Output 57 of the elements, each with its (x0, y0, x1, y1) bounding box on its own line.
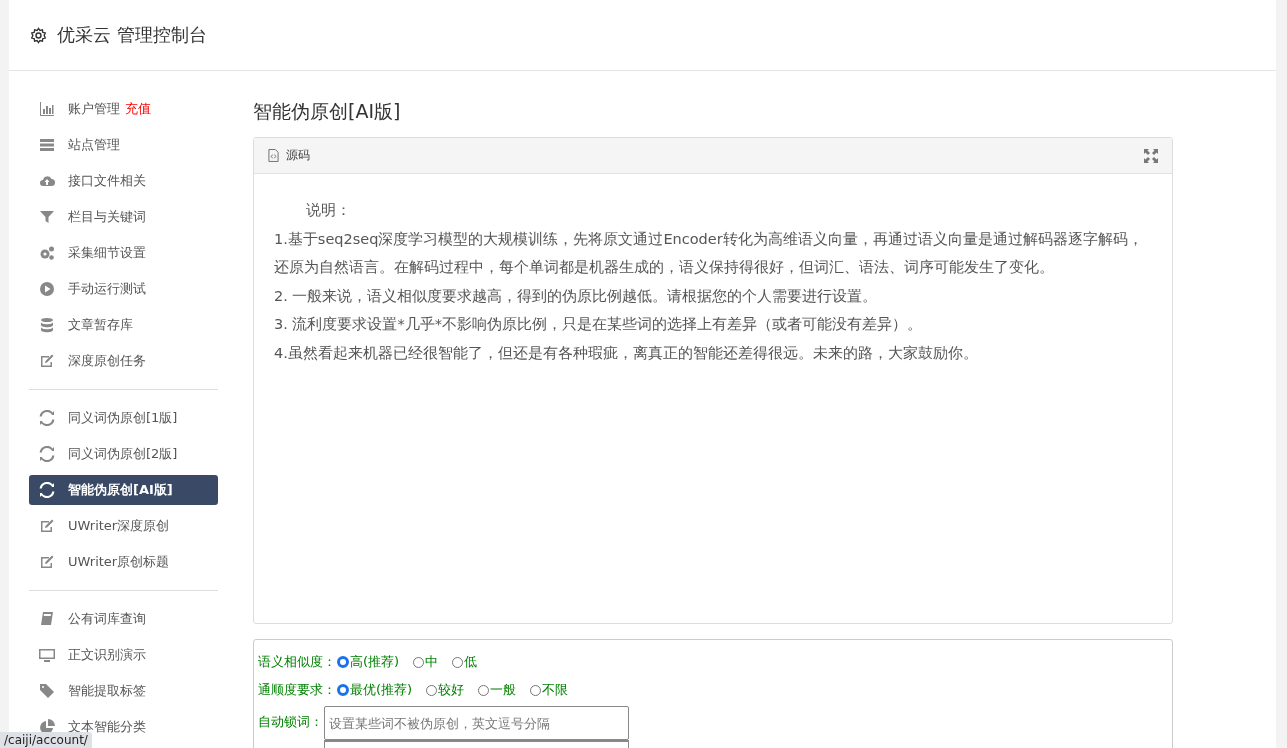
edit-icon (39, 518, 55, 534)
sidebar-item[interactable]: 同义词伪原创[2版] (29, 439, 218, 469)
lock-words-field[interactable]: 设置某些词不被伪原创，英文逗号分隔 (324, 706, 629, 740)
recharge-link[interactable]: 充值 (125, 100, 151, 118)
cloud-upload-icon (39, 173, 55, 189)
refresh-icon (39, 482, 55, 498)
filter-icon (39, 209, 55, 225)
sidebar-item[interactable]: 正文识别演示 (29, 640, 218, 670)
sidebar-item[interactable]: 智能伪原创[AI版] (29, 475, 218, 505)
description-text: 1.基于seq2seq深度学习模型的大规模训练，先将原文通过Encoder转化为高维语义向量，再通过语义向量是通过解码器逐字解码，还原为自然语言。在解码过程中，每个单词都是机器生成的，语义保持得很好，但词汇、语法、词序可能发生了变化。 (274, 229, 1144, 277)
field-label: 通顺度要求： (258, 681, 336, 699)
sidebar-item[interactable]: 接口文件相关 (29, 166, 218, 196)
sidebar-item[interactable]: 站点管理 (29, 130, 218, 160)
sidebar-item[interactable]: 同义词伪原创[1版] (29, 403, 218, 433)
description-text: 说明： (305, 201, 352, 220)
database-icon (39, 317, 55, 333)
sidebar-item[interactable]: UWriter原创标题 (29, 547, 218, 577)
bar-chart-icon (39, 101, 55, 117)
gears-icon (39, 245, 55, 261)
sidebar-item[interactable]: 智能提取标签 (29, 676, 218, 706)
field-label: 自动锁词： (258, 713, 323, 731)
source-tab[interactable]: 源码 (268, 147, 310, 164)
sidebar-item[interactable]: 深度原创任务 (29, 346, 218, 376)
sidebar-item[interactable]: UWriter深度原创 (29, 511, 218, 541)
description-text: 4.虽然看起来机器已经很智能了，但还是有各种瑕疵，离真正的智能还差得很远。未来的路，大家鼓励你。 (274, 343, 979, 363)
radio-option[interactable]: 最优(推荐) (337, 681, 413, 699)
edit-icon (39, 353, 55, 369)
radio-option[interactable]: 不限 (530, 681, 569, 699)
radio-option[interactable]: 一般 (478, 681, 517, 699)
radio-option[interactable]: 高(推荐) (337, 653, 400, 671)
description-text: 3. 流利度要求设置*几乎*不影响伪原比例，只是在某些词的选择上有差异（或者可能没有差异）。 (274, 315, 923, 334)
monitor-icon (39, 647, 55, 663)
book-icon (39, 611, 55, 627)
console-title: 优采云 管理控制台 (57, 23, 207, 47)
description-text: 2. 一般来说，语义相似度要求越高，得到的伪原比例越低。请根据您的个人需要进行设置。 (274, 286, 879, 306)
sidebar-item[interactable]: 公有词库查询 (29, 604, 218, 634)
tag-icon (39, 683, 55, 699)
pie-chart-icon (39, 719, 55, 735)
refresh-icon (39, 410, 55, 426)
radio-option[interactable]: 中 (413, 653, 439, 671)
sidebar-item[interactable]: 账户管理 充值 (29, 94, 218, 124)
file-code-icon (268, 149, 279, 162)
sidebar-item[interactable]: 手动运行测试 (29, 274, 218, 304)
edit-icon (39, 554, 55, 570)
radio-option[interactable]: 低 (452, 653, 478, 671)
settings-icon (30, 26, 47, 44)
server-icon (39, 137, 55, 153)
sidebar-item[interactable]: 文章暂存库 (29, 310, 218, 340)
field-label: 语义相似度： (258, 653, 336, 671)
status-url: /caiji/account/ (0, 732, 92, 748)
refresh-icon (39, 446, 55, 462)
page-heading: 智能伪原创[AI版] (253, 99, 402, 124)
sidebar-item[interactable]: 采集细节设置 (29, 238, 218, 268)
fullscreen-icon[interactable] (1144, 148, 1158, 163)
play-icon (39, 281, 55, 297)
sidebar-item[interactable]: 栏目与关键词 (29, 202, 218, 232)
radio-option[interactable]: 较好 (426, 681, 465, 699)
